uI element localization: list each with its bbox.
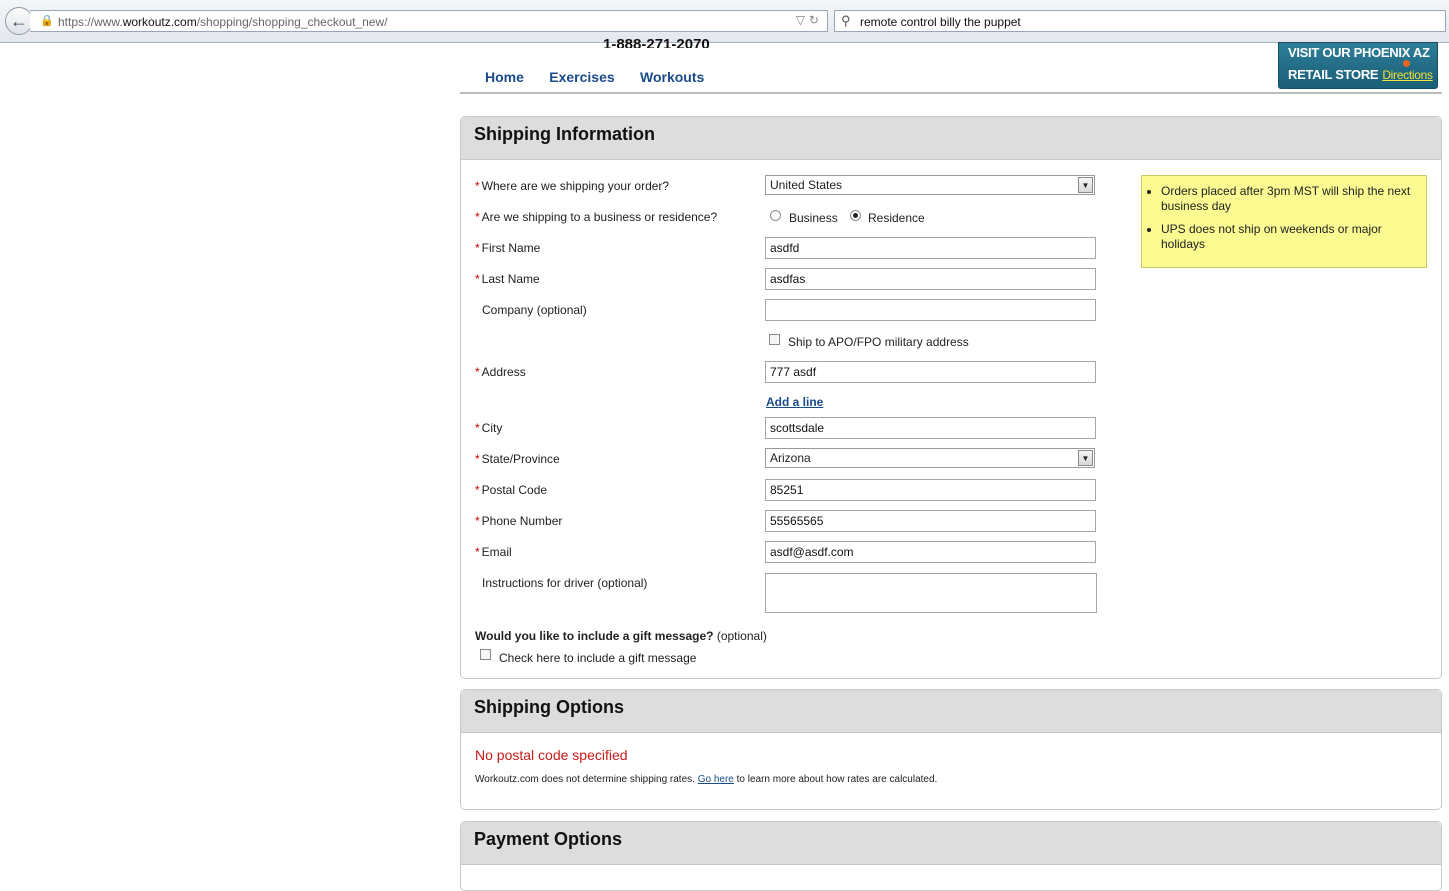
notice-item: Orders placed after 3pm MST will ship th… (1161, 184, 1418, 214)
address-type-label: * Are we shipping to a business or reside… (475, 210, 718, 224)
gift-question: Would you like to include a gift message… (475, 629, 767, 643)
panel-header: Payment Options (461, 822, 1441, 865)
gift-checkbox-label: Check here to include a gift message (499, 651, 697, 665)
panel-title: Shipping Options (474, 697, 624, 717)
business-label: Business (789, 211, 838, 225)
url-text: https://www.workoutz.com/shopping/shoppi… (58, 15, 388, 29)
first-name-label: * First Name (475, 241, 541, 255)
address-bar[interactable]: 🔒 https://www.workoutz.com/shopping/shop… (30, 10, 828, 32)
search-query: remote control billy the puppet (860, 15, 1021, 29)
panel-title: Shipping Information (474, 124, 655, 144)
back-arrow-icon[interactable]: ← (5, 7, 33, 35)
main-nav: Home Exercises Workouts (485, 69, 726, 85)
phone-number: 1-888-271-2070 (603, 36, 710, 48)
company-label: Company (optional) (482, 303, 587, 317)
search-bar[interactable]: ⚲ remote control billy the puppet (834, 10, 1446, 32)
postal-code-field[interactable] (765, 479, 1096, 501)
panel-header: Shipping Options (461, 690, 1441, 733)
browser-toolbar: ← 🔒 https://www.workoutz.com/shopping/sh… (0, 0, 1449, 43)
first-name-field[interactable] (765, 237, 1096, 259)
directions-link[interactable]: Directions (1382, 68, 1433, 82)
map-pin-icon (1403, 60, 1410, 67)
payment-options-panel: Payment Options (460, 821, 1442, 891)
country-select[interactable]: United States ▼ (765, 175, 1095, 195)
postal-code-error: No postal code specified (475, 747, 628, 763)
email-label: * Email (475, 545, 512, 559)
nav-workouts[interactable]: Workouts (640, 69, 704, 85)
address-field[interactable] (765, 361, 1096, 383)
apo-checkbox[interactable] (769, 334, 780, 345)
shipping-information-panel: Shipping Information * Where are we shipp… (460, 116, 1442, 679)
reload-icon[interactable]: ▽↻ (796, 13, 823, 27)
email-field[interactable] (765, 541, 1096, 563)
business-radio[interactable] (770, 210, 781, 221)
residence-radio[interactable] (850, 210, 861, 221)
nav-exercises[interactable]: Exercises (549, 69, 614, 85)
rates-link[interactable]: Go here (698, 774, 734, 785)
last-name-field[interactable] (765, 268, 1096, 290)
add-line-link[interactable]: Add a line (766, 395, 823, 409)
chevron-down-icon: ▼ (1078, 450, 1093, 466)
rates-info: Workoutz.com does not determine shipping… (475, 774, 938, 785)
phone-label: * Phone Number (475, 514, 563, 528)
address-label: * Address (475, 365, 526, 379)
instructions-label: Instructions for driver (optional) (482, 576, 648, 590)
apo-label: Ship to APO/FPO military address (788, 335, 969, 349)
state-label: * State/Province (475, 452, 560, 466)
chevron-down-icon: ▼ (1078, 177, 1093, 193)
panel-header: Shipping Information (461, 117, 1441, 160)
city-label: * City (475, 421, 503, 435)
lock-icon: 🔒 (40, 15, 54, 27)
state-select[interactable]: Arizona ▼ (765, 448, 1095, 468)
nav-home[interactable]: Home (485, 69, 524, 85)
instructions-textarea[interactable] (765, 573, 1097, 613)
city-field[interactable] (765, 417, 1096, 439)
store-banner[interactable]: VISIT OUR PHOENIX AZ RETAIL STORE Directi… (1278, 42, 1438, 89)
shipping-options-panel: Shipping Options No postal code specifie… (460, 689, 1442, 810)
search-icon: ⚲ (841, 13, 851, 28)
postal-code-label: * Postal Code (475, 483, 548, 497)
company-field[interactable] (765, 299, 1096, 321)
header-divider (460, 92, 1442, 94)
residence-label: Residence (868, 211, 925, 225)
panel-title: Payment Options (474, 829, 623, 849)
phone-field[interactable] (765, 510, 1096, 532)
notice-item: UPS does not ship on weekends or major h… (1161, 222, 1418, 252)
shipping-notice: Orders placed after 3pm MST will ship th… (1141, 175, 1427, 268)
gift-checkbox[interactable] (480, 649, 491, 660)
country-label: * Where are we shipping your order? (475, 179, 670, 193)
last-name-label: * Last Name (475, 272, 540, 286)
